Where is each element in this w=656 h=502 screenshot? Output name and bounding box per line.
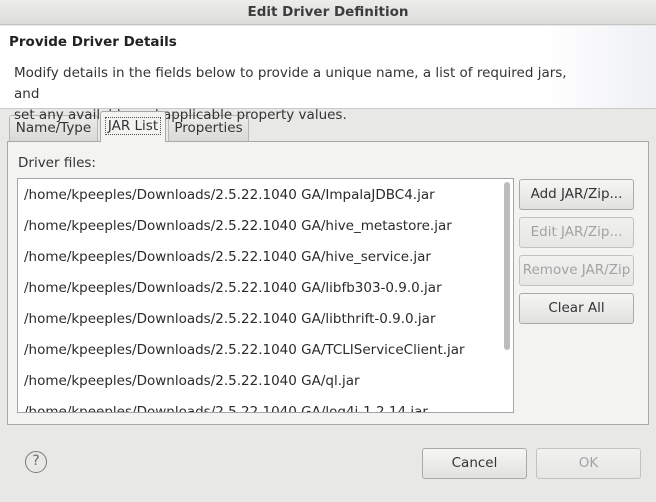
cancel-button[interactable]: Cancel: [422, 448, 527, 479]
scrollbar-thumb[interactable]: [504, 182, 510, 350]
list-item[interactable]: /home/kpeeples/Downloads/2.5.22.1040 GA/…: [24, 335, 465, 366]
list-item[interactable]: /home/kpeeples/Downloads/2.5.22.1040 GA/…: [24, 366, 360, 397]
list-item[interactable]: /home/kpeeples/Downloads/2.5.22.1040 GA/…: [24, 273, 442, 304]
list-item[interactable]: /home/kpeeples/Downloads/2.5.22.1040 GA/…: [24, 242, 431, 273]
list-item[interactable]: /home/kpeeples/Downloads/2.5.22.1040 GA/…: [24, 397, 428, 412]
window-title: Edit Driver Definition: [0, 0, 656, 25]
help-icon[interactable]: ?: [25, 451, 47, 473]
jar-list-panel: Driver files: /home/kpeeples/Downloads/2…: [7, 141, 649, 425]
page-title: Provide Driver Details: [9, 34, 177, 50]
clear-all-button[interactable]: Clear All: [519, 293, 634, 324]
driver-files-list[interactable]: /home/kpeeples/Downloads/2.5.22.1040 GA/…: [17, 178, 514, 413]
header-area: Provide Driver Details Modify details in…: [0, 26, 656, 123]
list-item[interactable]: /home/kpeeples/Downloads/2.5.22.1040 GA/…: [24, 211, 452, 242]
description-line-1: Modify details in the fields below to pr…: [14, 65, 567, 102]
tab-label: JAR List: [104, 117, 162, 135]
vertical-scrollbar[interactable]: [502, 179, 513, 412]
driver-files-label: Driver files:: [18, 155, 96, 171]
add-jar-button[interactable]: Add JAR/Zip...: [519, 179, 634, 210]
edit-jar-button[interactable]: Edit JAR/Zip...: [519, 217, 634, 248]
list-item[interactable]: /home/kpeeples/Downloads/2.5.22.1040 GA/…: [24, 304, 436, 335]
remove-jar-button[interactable]: Remove JAR/Zip: [519, 255, 634, 286]
ok-button[interactable]: OK: [536, 448, 641, 479]
list-item[interactable]: /home/kpeeples/Downloads/2.5.22.1040 GA/…: [24, 180, 435, 211]
tab-jar-list[interactable]: JAR List: [100, 111, 166, 142]
